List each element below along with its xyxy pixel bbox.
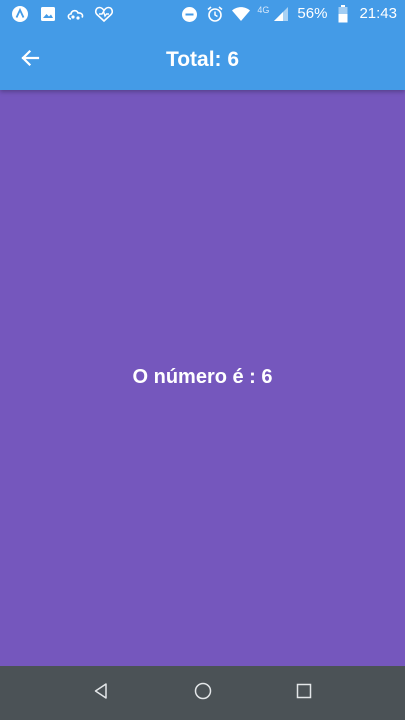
status-bar-left	[10, 4, 114, 24]
do-not-disturb-icon	[179, 4, 199, 24]
alarm-icon	[205, 4, 225, 24]
battery-percent: 56%	[297, 5, 328, 22]
app-bar: Total: 6	[0, 30, 405, 90]
health-heart-icon	[94, 4, 114, 24]
wifi-icon	[231, 4, 251, 24]
nav-back-button[interactable]	[86, 678, 116, 708]
network-type-label: 4G	[257, 5, 270, 15]
app-title: Total: 6	[165, 48, 240, 71]
back-triangle-icon	[92, 682, 110, 705]
status-bar: 4G 56% 21:43	[0, 0, 405, 28]
back-button[interactable]	[10, 40, 50, 80]
signal-icon	[271, 4, 291, 24]
image-icon	[38, 4, 58, 24]
main-content: O número é : 6	[0, 90, 405, 666]
home-circle-icon	[193, 681, 213, 706]
app-launcher-icon	[10, 4, 30, 24]
screen: 4G 56% 21:43 Total: 6 O número é: 6	[0, 0, 405, 720]
battery-icon	[333, 4, 353, 24]
cloud-icon	[66, 4, 86, 24]
arrow-back-icon	[20, 48, 40, 73]
clock: 21:43	[359, 5, 397, 22]
recents-square-icon	[295, 682, 313, 705]
number-text: O número é : 6	[132, 366, 273, 388]
status-bar-right: 4G 56% 21:43	[179, 4, 397, 24]
nav-home-button[interactable]	[188, 678, 218, 708]
top-bar: 4G 56% 21:43 Total: 6	[0, 0, 405, 90]
system-nav-bar	[0, 666, 405, 720]
nav-recents-button[interactable]	[289, 678, 319, 708]
